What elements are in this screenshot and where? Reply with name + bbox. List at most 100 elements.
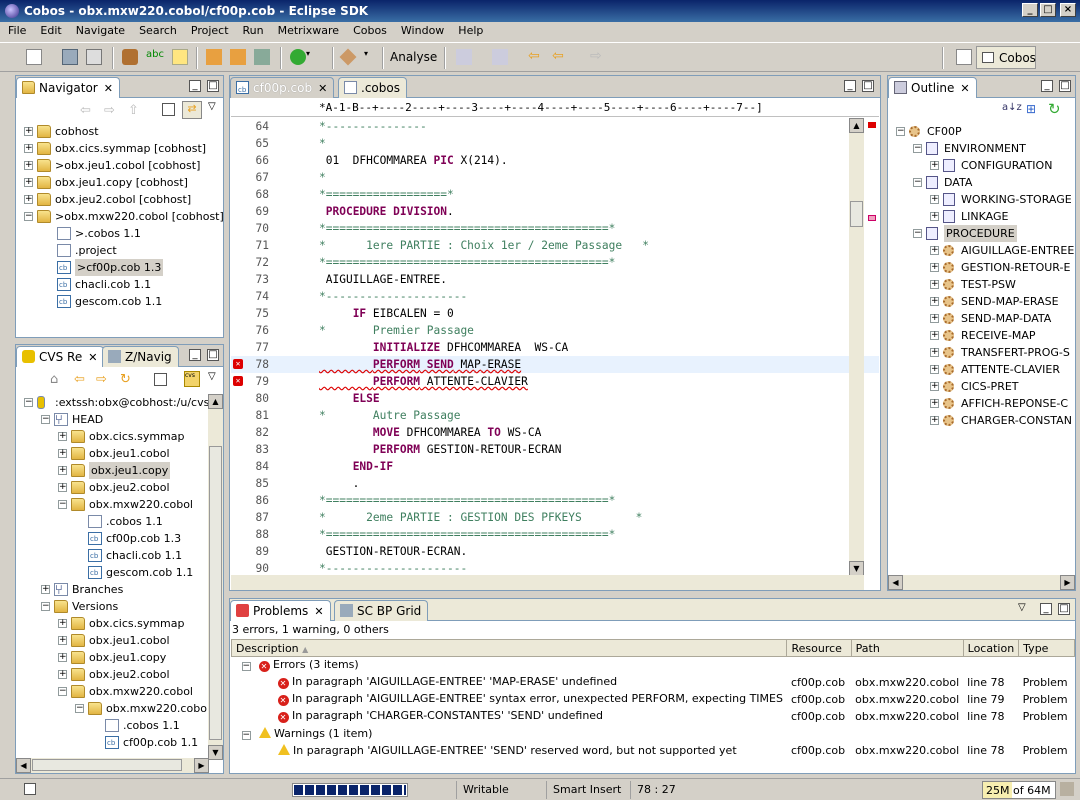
outline-item[interactable]: − DATA [888,174,1075,191]
cvs-item[interactable]: − obx.mxw220.cobo [16,700,208,717]
expand-icon[interactable]: + [58,432,67,441]
expand-icon[interactable]: + [930,195,939,204]
spellcheck-icon[interactable]: abc [146,49,164,65]
compare-icon[interactable] [254,49,270,65]
maximize-view-icon[interactable]: □ [207,80,219,92]
code-line[interactable]: 89 GESTION-RETOUR-ECRAN. [231,543,879,560]
collapse-icon[interactable]: − [24,212,33,221]
prev-annotation-icon[interactable] [492,49,508,65]
perspective-switcher[interactable]: Cobos [976,46,1036,69]
expand-icon[interactable]: + [58,619,67,628]
home-icon[interactable]: ⌂ [50,372,58,387]
outline-item[interactable]: + RECEIVE-MAP [888,327,1075,344]
code-line[interactable]: 68 *==================* [231,186,879,203]
outline-item[interactable]: + ATTENTE-CLAVIER [888,361,1075,378]
outline-item[interactable]: + SEND-MAP-DATA [888,310,1075,327]
cvs-item[interactable]: + obx.jeu1.cobol [16,632,208,649]
overview-error-marker[interactable] [868,122,876,128]
collapse-icon[interactable]: − [896,127,905,136]
expand-icon[interactable]: + [930,416,939,425]
expand-icon[interactable]: + [58,670,67,679]
maximize-button[interactable]: □ [1040,3,1056,17]
code-line[interactable]: 66 01 DFHCOMMAREA PIC X(214). [231,152,879,169]
expand-icon[interactable]: + [24,127,33,136]
print-icon[interactable] [86,49,102,65]
code-line[interactable]: 88 *=====================================… [231,526,879,543]
cvs-item[interactable]: gescom.cob 1.1 [16,564,208,582]
cvs-horizontal-scrollbar[interactable]: ◀ ▶ [16,758,209,773]
expand-icon[interactable]: + [58,483,67,492]
code-line[interactable]: 75 IF EIBCALEN = 0 [231,305,879,322]
editor-horizontal-scrollbar[interactable] [231,575,864,590]
navigator-item[interactable]: >cf00p.cob 1.3 [16,259,223,277]
run-dropdown-icon[interactable]: ▾ [306,49,314,65]
navigator-item[interactable]: .project [16,242,223,259]
cvs-item[interactable]: cf00p.cob 1.1 [16,734,208,752]
expand-icon[interactable]: + [24,195,33,204]
minimize-button[interactable]: _ [1022,3,1038,17]
scroll-thumb[interactable] [209,446,222,740]
collapse-all-icon[interactable] [154,373,167,386]
cvs-item[interactable]: − Versions [16,598,208,615]
code-line[interactable]: 67 * [231,169,879,186]
tab-cf00p[interactable]: cf00p.cob ✕ [230,77,335,100]
expand-icon[interactable]: + [41,585,50,594]
navigator-item[interactable]: + obx.cics.symmap [cobhost] [16,140,223,157]
expand-icon[interactable]: + [24,161,33,170]
tab-outline[interactable]: Outline ✕ [888,77,977,98]
close-icon[interactable]: ✕ [318,82,327,95]
column-path[interactable]: Path [850,639,964,657]
expand-icon[interactable]: + [930,314,939,323]
code-line[interactable]: 77 INITIALIZE DFHCOMMAREA WS-CA [231,339,879,356]
code-line[interactable]: 87 * 2eme PARTIE : GESTION DES PFKEYS * [231,509,879,526]
expand-icon[interactable]: + [930,348,939,357]
tab-z-navig[interactable]: Z/Navig [102,346,179,367]
expand-icon[interactable]: + [930,399,939,408]
next-annotation-icon[interactable] [456,49,472,65]
code-line[interactable]: 73 AIGUILLAGE-ENTREE. [231,271,879,288]
code-line[interactable]: 80 ELSE [231,390,879,407]
scroll-down-icon[interactable]: ▼ [849,561,864,576]
cvs-item[interactable]: .cobos 1.1 [16,513,208,530]
upload-icon[interactable] [230,49,246,65]
outline-item[interactable]: + LINKAGE [888,208,1075,225]
fast-view-icon[interactable] [24,783,36,795]
code-area[interactable]: 64 *--------------- 65 * 66 01 DFHCOMMAREA P… [231,118,879,575]
minimize-view-icon[interactable]: _ [1041,80,1053,92]
expand-icon[interactable]: + [58,449,67,458]
outline-item[interactable]: + SEND-MAP-ERASE [888,293,1075,310]
overview-warning-marker[interactable] [868,215,876,221]
code-line[interactable]: ✕ 79 PERFORM ATTENTE-CLAVIER [231,373,879,390]
view-menu-icon[interactable]: ▽ [1018,602,1026,613]
menu-cobos[interactable]: Cobos [346,22,394,40]
error-marker-icon[interactable]: ✕ [233,359,243,369]
code-line[interactable]: 90 *--------------------- [231,560,879,575]
scroll-left-icon[interactable]: ◀ [16,758,31,773]
code-line[interactable]: 72 *=====================================… [231,254,879,271]
code-line[interactable]: ✕ 78 PERFORM SEND MAP-ERASE [231,356,879,373]
collapse-icon[interactable]: − [913,229,922,238]
scroll-right-icon[interactable]: ▶ [194,758,209,773]
cvs-item[interactable]: − ⑂ HEAD [16,411,208,428]
refresh-icon[interactable]: ↻ [1048,100,1061,118]
back-arrow-icon[interactable]: ⇦ [80,103,91,118]
outline-item[interactable]: − PROCEDURE [888,225,1075,242]
cvs-item[interactable]: + obx.cics.symmap [16,615,208,632]
outline-item[interactable]: − ENVIRONMENT [888,140,1075,157]
collapse-icon[interactable]: − [75,704,84,713]
navigator-item[interactable]: + obx.jeu2.cobol [cobhost] [16,191,223,208]
collapse-icon[interactable]: − [913,144,922,153]
tab-navigator[interactable]: Navigator ✕ [16,77,120,98]
cvs-item[interactable]: + ⑂ Branches [16,581,208,598]
code-line[interactable]: 86 *=====================================… [231,492,879,509]
menu-run[interactable]: Run [236,22,271,40]
outline-item[interactable]: + CICS-PRET [888,378,1075,395]
scroll-down-icon[interactable]: ▼ [208,745,223,760]
minimize-view-icon[interactable]: _ [189,80,201,92]
analyse-button[interactable]: Analyse [390,50,437,64]
collapse-icon[interactable]: − [41,602,50,611]
outline-item[interactable]: + GESTION-RETOUR-E [888,259,1075,276]
last-edit-icon[interactable]: ⇦ [528,49,544,65]
h-scroll-thumb[interactable] [32,759,182,771]
pen-dropdown-icon[interactable]: ▾ [364,49,372,65]
